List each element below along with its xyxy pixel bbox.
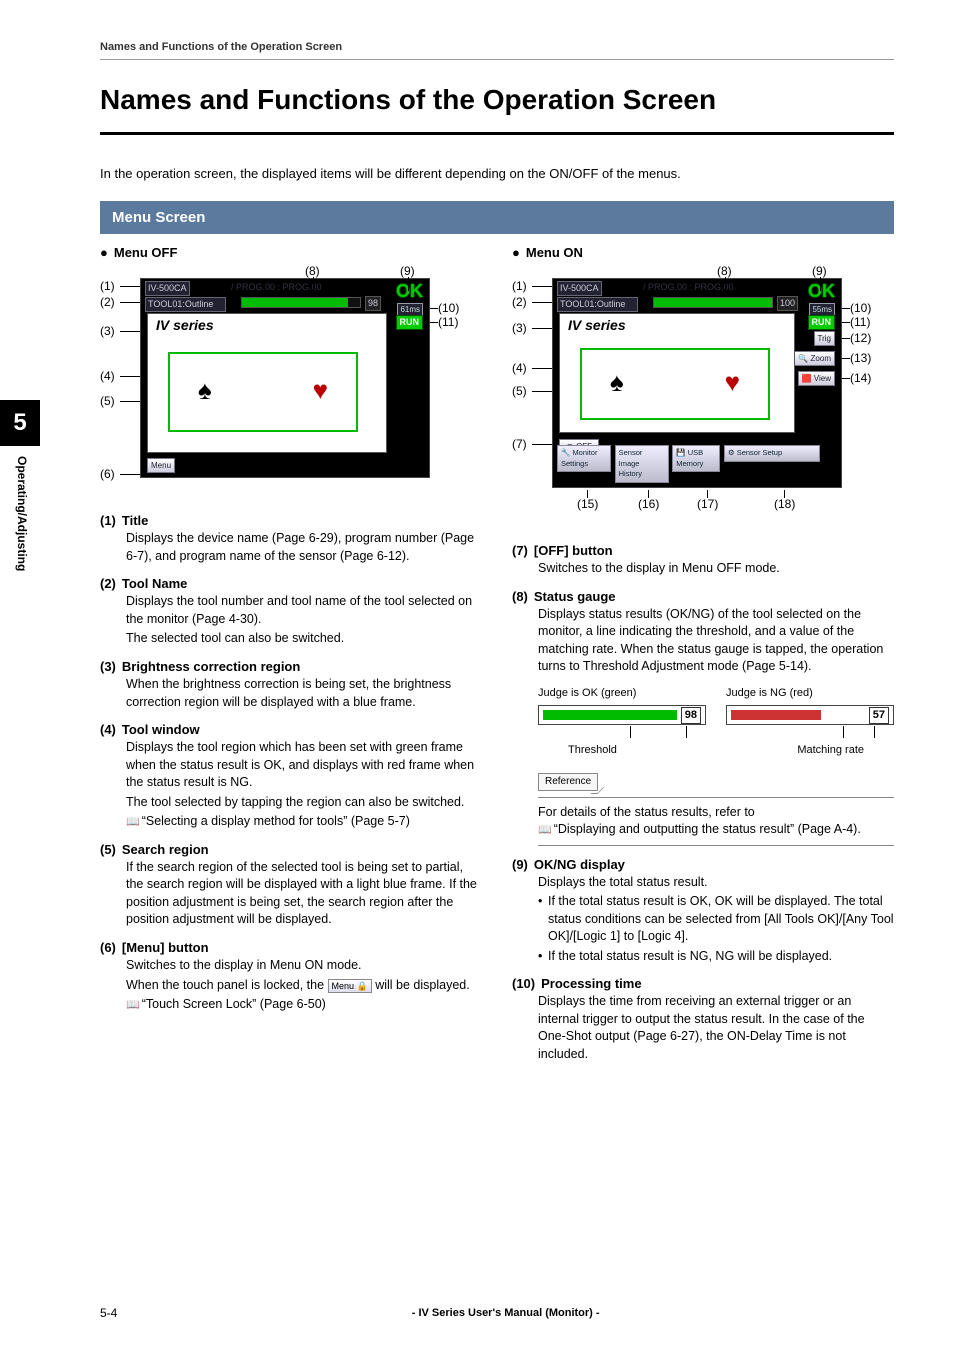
fig-tool-window: ♠ ♥	[168, 352, 358, 432]
callout2-5: (5)	[512, 383, 527, 400]
fig-series: IV series	[156, 316, 214, 336]
gauge-ng-label: Judge is NG (red)	[726, 686, 894, 701]
chapter-label: Operating/Adjusting	[0, 446, 30, 571]
fig-tool-line: TOOL01:Outline	[145, 297, 226, 312]
callout-3: (3)	[100, 323, 115, 340]
callout-4: (4)	[100, 368, 115, 385]
def-item: (1)TitleDisplays the device name (Page 6…	[100, 512, 482, 565]
def-item: (2)Tool NameDisplays the tool number and…	[100, 575, 482, 648]
fig2-sensor-history: Sensor Image History	[615, 445, 669, 483]
fig-menu-btn: Menu	[147, 458, 175, 473]
fig2-tool-line: TOOL01:Outline	[557, 297, 638, 312]
heart-icon: ♥	[725, 364, 740, 400]
fig2-run: RUN	[808, 315, 836, 330]
fig2-gauge	[653, 297, 773, 308]
definitions-left: (1)TitleDisplays the device name (Page 6…	[100, 512, 482, 1014]
gauge-demo: Judge is OK (green) 98 Judge is NG (red)…	[512, 686, 894, 725]
menu-lock-icon: Menu 🔒	[328, 979, 372, 994]
callout-11: (11)	[438, 314, 458, 331]
callout2-13: (13)	[850, 350, 871, 367]
def-item: (4)Tool windowDisplays the tool region w…	[100, 721, 482, 831]
fig-ok: OK	[396, 279, 423, 304]
spade-icon: ♠	[610, 364, 624, 400]
chapter-number: 5	[0, 400, 40, 446]
fig2-gauge-val: 100	[777, 296, 798, 311]
callout2-18: (18)	[774, 496, 795, 513]
fig2-trig: Trig	[814, 331, 835, 346]
fig-prog: / PROG.00 : PROG.00	[231, 281, 322, 294]
right-column: Menu ON IV-500CA / PROG.00 : PROG.00 TOO…	[512, 244, 894, 1074]
fig2-view: 🟥 View	[798, 371, 835, 386]
fig-gauge	[241, 297, 361, 308]
def-item: (3)Brightness correction regionWhen the …	[100, 658, 482, 711]
reference-box: Reference	[538, 773, 598, 791]
fig2-device: IV-500CA	[557, 281, 602, 296]
intro-text: In the operation screen, the displayed i…	[100, 165, 894, 183]
fig2-monitor-settings: 🔧 Monitor Settings	[557, 445, 611, 472]
footer-center: - IV Series User's Manual (Monitor) -	[117, 1306, 894, 1321]
def-item: (5)Search regionIf the search region of …	[100, 841, 482, 929]
callout2-4: (4)	[512, 360, 527, 377]
callout2-8: (8)	[717, 263, 732, 280]
definitions-right-2: (9)OK/NG displayDisplays the total statu…	[512, 856, 894, 1064]
spade-icon: ♠	[198, 372, 212, 408]
callout2-15: (15)	[577, 496, 598, 513]
page-footer: 5-4 - IV Series User's Manual (Monitor) …	[100, 1305, 894, 1322]
footer-page-num: 5-4	[100, 1305, 117, 1322]
callout2-12: (12)	[850, 330, 871, 347]
fig2-usb: 💾 USB Memory	[672, 445, 720, 472]
left-column: Menu OFF IV-500CA / PROG.00 : PROG.00 TO…	[100, 244, 482, 1074]
callout-9: (9)	[400, 263, 415, 280]
gauge-ng-val: 57	[869, 707, 889, 724]
fig2-tool-window: ♠ ♥	[580, 348, 770, 420]
title-rule	[100, 132, 894, 135]
page-title: Names and Functions of the Operation Scr…	[100, 80, 894, 119]
fig2-ok: OK	[808, 279, 835, 304]
callout2-2: (2)	[512, 294, 527, 311]
callout2-1: (1)	[512, 278, 527, 295]
fig-gauge-val: 98	[365, 296, 381, 311]
gauge-bottom-labels: Threshold Matching rate	[512, 743, 894, 758]
callout-2: (2)	[100, 294, 115, 311]
definitions-right-1: (7)[OFF] buttonSwitches to the display i…	[512, 542, 894, 676]
figure-menu-on: IV-500CA / PROG.00 : PROG.00 TOOL01:Outl…	[512, 268, 894, 528]
callout-1: (1)	[100, 278, 115, 295]
fig2-series: IV series	[568, 316, 626, 336]
callout-6: (6)	[100, 466, 115, 483]
callout2-3: (3)	[512, 320, 527, 337]
callout2-17: (17)	[697, 496, 718, 513]
chapter-tab: 5 Operating/Adjusting	[0, 400, 40, 571]
menu-on-heading: Menu ON	[512, 244, 894, 262]
callout2-7: (7)	[512, 436, 527, 453]
def-item: (6)[Menu] buttonSwitches to the display …	[100, 939, 482, 1014]
menu-off-heading: Menu OFF	[100, 244, 482, 262]
book-icon	[538, 822, 554, 836]
fig-device: IV-500CA	[145, 281, 190, 296]
status-ref-text: For details of the status results, refer…	[538, 804, 894, 822]
callout-8: (8)	[305, 263, 320, 280]
figure-menu-off: IV-500CA / PROG.00 : PROG.00 TOOL01:Outl…	[100, 268, 482, 498]
heart-icon: ♥	[313, 372, 328, 408]
callout2-14: (14)	[850, 370, 871, 387]
section-heading: Menu Screen	[100, 201, 894, 234]
running-head: Names and Functions of the Operation Scr…	[100, 40, 894, 60]
callout-5: (5)	[100, 393, 115, 410]
callout2-9: (9)	[812, 263, 827, 280]
fig2-menubar: 🔧 Monitor Settings Sensor Image History …	[557, 445, 837, 483]
fig2-sensor-setup: ⚙ Sensor Setup	[724, 445, 820, 462]
callout2-11: (11)	[850, 314, 870, 331]
book-icon	[126, 997, 142, 1011]
gauge-ok-label: Judge is OK (green)	[538, 686, 706, 701]
book-icon	[126, 814, 142, 828]
status-ref-link: “Displaying and outputting the status re…	[538, 821, 894, 839]
fig-run: RUN	[396, 315, 424, 330]
gauge-ok-val: 98	[681, 707, 701, 724]
fig2-zoom: 🔍 Zoom	[794, 351, 835, 366]
callout2-16: (16)	[638, 496, 659, 513]
fig2-prog: / PROG.00 : PROG.00	[643, 281, 734, 294]
